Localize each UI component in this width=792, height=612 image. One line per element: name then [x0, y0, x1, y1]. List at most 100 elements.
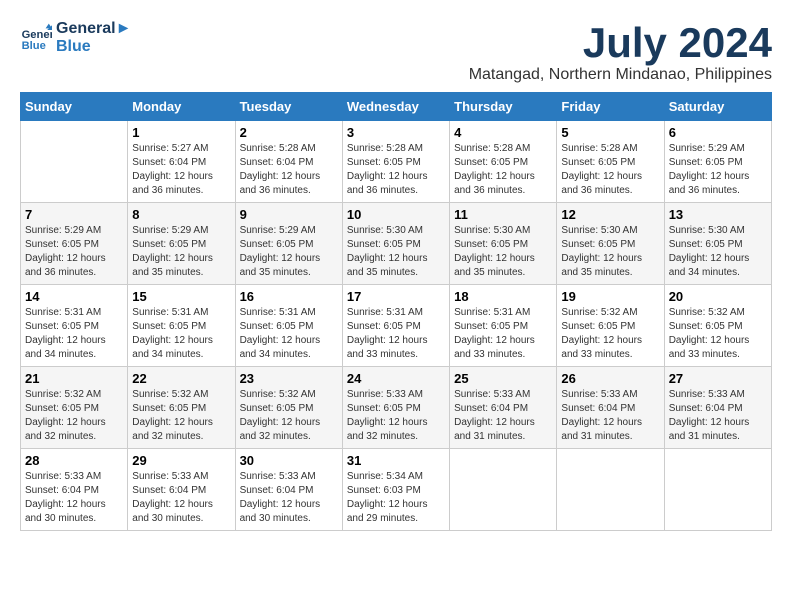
day-number: 20: [669, 289, 767, 304]
calendar-header-saturday: Saturday: [664, 93, 771, 121]
sunrise-text: Sunrise: 5:29 AM: [240, 224, 338, 238]
daylight-text: Daylight: 12 hours and 35 minutes.: [454, 252, 552, 280]
sunset-text: Sunset: 6:04 PM: [454, 402, 552, 416]
sunrise-text: Sunrise: 5:33 AM: [132, 470, 230, 484]
day-number: 28: [25, 453, 123, 468]
calendar-cell: 10 Sunrise: 5:30 AM Sunset: 6:05 PM Dayl…: [342, 203, 449, 285]
sunset-text: Sunset: 6:05 PM: [240, 320, 338, 334]
day-info: Sunrise: 5:32 AM Sunset: 6:05 PM Dayligh…: [561, 306, 659, 362]
day-info: Sunrise: 5:28 AM Sunset: 6:05 PM Dayligh…: [347, 142, 445, 198]
day-number: 14: [25, 289, 123, 304]
sunset-text: Sunset: 6:04 PM: [132, 156, 230, 170]
sunrise-text: Sunrise: 5:33 AM: [347, 388, 445, 402]
day-number: 29: [132, 453, 230, 468]
calendar-cell: 30 Sunrise: 5:33 AM Sunset: 6:04 PM Dayl…: [235, 449, 342, 531]
sunset-text: Sunset: 6:05 PM: [347, 320, 445, 334]
day-info: Sunrise: 5:33 AM Sunset: 6:04 PM Dayligh…: [669, 388, 767, 444]
sunrise-text: Sunrise: 5:32 AM: [240, 388, 338, 402]
sunset-text: Sunset: 6:05 PM: [25, 320, 123, 334]
day-info: Sunrise: 5:30 AM Sunset: 6:05 PM Dayligh…: [347, 224, 445, 280]
daylight-text: Daylight: 12 hours and 33 minutes.: [561, 334, 659, 362]
calendar-cell: 19 Sunrise: 5:32 AM Sunset: 6:05 PM Dayl…: [557, 285, 664, 367]
calendar-cell: 29 Sunrise: 5:33 AM Sunset: 6:04 PM Dayl…: [128, 449, 235, 531]
calendar-cell: [450, 449, 557, 531]
sunrise-text: Sunrise: 5:31 AM: [25, 306, 123, 320]
daylight-text: Daylight: 12 hours and 35 minutes.: [561, 252, 659, 280]
day-number: 16: [240, 289, 338, 304]
daylight-text: Daylight: 12 hours and 32 minutes.: [25, 416, 123, 444]
day-number: 7: [25, 207, 123, 222]
day-info: Sunrise: 5:33 AM Sunset: 6:04 PM Dayligh…: [240, 470, 338, 526]
sunrise-text: Sunrise: 5:33 AM: [25, 470, 123, 484]
daylight-text: Daylight: 12 hours and 36 minutes.: [347, 170, 445, 198]
day-info: Sunrise: 5:33 AM Sunset: 6:04 PM Dayligh…: [25, 470, 123, 526]
daylight-text: Daylight: 12 hours and 36 minutes.: [561, 170, 659, 198]
calendar-cell: 11 Sunrise: 5:30 AM Sunset: 6:05 PM Dayl…: [450, 203, 557, 285]
sunset-text: Sunset: 6:05 PM: [454, 238, 552, 252]
day-info: Sunrise: 5:33 AM Sunset: 6:05 PM Dayligh…: [347, 388, 445, 444]
calendar-header-row: SundayMondayTuesdayWednesdayThursdayFrid…: [21, 93, 772, 121]
sunset-text: Sunset: 6:05 PM: [347, 402, 445, 416]
daylight-text: Daylight: 12 hours and 31 minutes.: [454, 416, 552, 444]
calendar-header-tuesday: Tuesday: [235, 93, 342, 121]
daylight-text: Daylight: 12 hours and 32 minutes.: [347, 416, 445, 444]
calendar-cell: 1 Sunrise: 5:27 AM Sunset: 6:04 PM Dayli…: [128, 121, 235, 203]
logo: General Blue General► Blue: [20, 20, 131, 55]
calendar-week-row: 14 Sunrise: 5:31 AM Sunset: 6:05 PM Dayl…: [21, 285, 772, 367]
calendar-header-friday: Friday: [557, 93, 664, 121]
sunrise-text: Sunrise: 5:33 AM: [454, 388, 552, 402]
svg-text:Blue: Blue: [22, 40, 46, 52]
calendar-cell: 24 Sunrise: 5:33 AM Sunset: 6:05 PM Dayl…: [342, 367, 449, 449]
day-number: 25: [454, 371, 552, 386]
calendar-cell: 6 Sunrise: 5:29 AM Sunset: 6:05 PM Dayli…: [664, 121, 771, 203]
sunset-text: Sunset: 6:05 PM: [240, 402, 338, 416]
day-info: Sunrise: 5:33 AM Sunset: 6:04 PM Dayligh…: [454, 388, 552, 444]
sunrise-text: Sunrise: 5:28 AM: [454, 142, 552, 156]
page-header: General Blue General► Blue July 2024 Mat…: [20, 20, 772, 84]
sunrise-text: Sunrise: 5:30 AM: [347, 224, 445, 238]
calendar-cell: 4 Sunrise: 5:28 AM Sunset: 6:05 PM Dayli…: [450, 121, 557, 203]
daylight-text: Daylight: 12 hours and 36 minutes.: [240, 170, 338, 198]
daylight-text: Daylight: 12 hours and 31 minutes.: [561, 416, 659, 444]
day-number: 24: [347, 371, 445, 386]
day-info: Sunrise: 5:31 AM Sunset: 6:05 PM Dayligh…: [132, 306, 230, 362]
daylight-text: Daylight: 12 hours and 29 minutes.: [347, 498, 445, 526]
day-number: 10: [347, 207, 445, 222]
sunset-text: Sunset: 6:05 PM: [25, 238, 123, 252]
calendar-cell: 18 Sunrise: 5:31 AM Sunset: 6:05 PM Dayl…: [450, 285, 557, 367]
daylight-text: Daylight: 12 hours and 34 minutes.: [240, 334, 338, 362]
day-number: 27: [669, 371, 767, 386]
day-info: Sunrise: 5:33 AM Sunset: 6:04 PM Dayligh…: [561, 388, 659, 444]
day-info: Sunrise: 5:29 AM Sunset: 6:05 PM Dayligh…: [669, 142, 767, 198]
sunset-text: Sunset: 6:05 PM: [454, 156, 552, 170]
day-info: Sunrise: 5:27 AM Sunset: 6:04 PM Dayligh…: [132, 142, 230, 198]
day-info: Sunrise: 5:28 AM Sunset: 6:05 PM Dayligh…: [454, 142, 552, 198]
daylight-text: Daylight: 12 hours and 36 minutes.: [132, 170, 230, 198]
sunset-text: Sunset: 6:04 PM: [240, 484, 338, 498]
day-number: 4: [454, 125, 552, 140]
calendar-table: SundayMondayTuesdayWednesdayThursdayFrid…: [20, 92, 772, 531]
sunset-text: Sunset: 6:05 PM: [669, 156, 767, 170]
calendar-cell: 13 Sunrise: 5:30 AM Sunset: 6:05 PM Dayl…: [664, 203, 771, 285]
day-number: 1: [132, 125, 230, 140]
day-number: 11: [454, 207, 552, 222]
day-info: Sunrise: 5:29 AM Sunset: 6:05 PM Dayligh…: [25, 224, 123, 280]
sunset-text: Sunset: 6:05 PM: [669, 238, 767, 252]
daylight-text: Daylight: 12 hours and 35 minutes.: [132, 252, 230, 280]
sunset-text: Sunset: 6:04 PM: [669, 402, 767, 416]
sunrise-text: Sunrise: 5:32 AM: [669, 306, 767, 320]
calendar-cell: 5 Sunrise: 5:28 AM Sunset: 6:05 PM Dayli…: [557, 121, 664, 203]
calendar-header-wednesday: Wednesday: [342, 93, 449, 121]
calendar-cell: 22 Sunrise: 5:32 AM Sunset: 6:05 PM Dayl…: [128, 367, 235, 449]
day-number: 3: [347, 125, 445, 140]
calendar-cell: 27 Sunrise: 5:33 AM Sunset: 6:04 PM Dayl…: [664, 367, 771, 449]
daylight-text: Daylight: 12 hours and 35 minutes.: [347, 252, 445, 280]
logo-general: General: [56, 20, 116, 37]
calendar-cell: 9 Sunrise: 5:29 AM Sunset: 6:05 PM Dayli…: [235, 203, 342, 285]
day-number: 21: [25, 371, 123, 386]
day-number: 8: [132, 207, 230, 222]
day-number: 2: [240, 125, 338, 140]
sunset-text: Sunset: 6:04 PM: [561, 402, 659, 416]
calendar-cell: 20 Sunrise: 5:32 AM Sunset: 6:05 PM Dayl…: [664, 285, 771, 367]
calendar-header-thursday: Thursday: [450, 93, 557, 121]
